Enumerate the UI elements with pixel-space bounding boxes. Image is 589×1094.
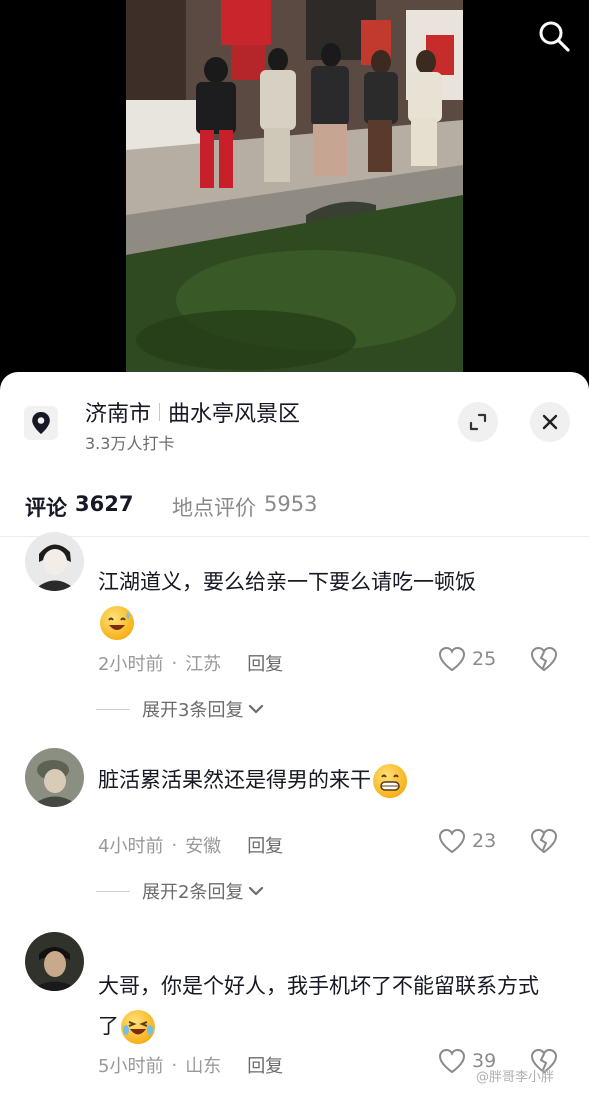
like-count: 25 — [472, 648, 497, 670]
comment-text: 大哥，你是个好人，我手机坏了不能留联系方式了 — [98, 966, 558, 1046]
heart-icon — [438, 828, 466, 854]
watermark: @胖哥李小胖 — [476, 1070, 555, 1085]
tab-comments[interactable]: 评论 3627 — [25, 492, 133, 522]
tab-bar: 评论 3627 地点评价 5953 — [0, 480, 589, 536]
search-button[interactable] — [534, 16, 574, 56]
like-button[interactable]: 23 — [438, 828, 496, 854]
dislike-button[interactable] — [530, 828, 558, 858]
comment-region: 江苏 — [185, 654, 222, 675]
comment-time: 5小时前 — [98, 1056, 164, 1077]
location-spot[interactable]: 曲水亭风景区 — [168, 396, 300, 428]
tab-place-reviews[interactable]: 地点评价 5953 — [172, 492, 317, 522]
close-icon — [542, 414, 558, 430]
dislike-button[interactable] — [530, 646, 558, 676]
like-button[interactable]: 25 — [438, 646, 496, 672]
close-button[interactable] — [530, 402, 570, 442]
tab-comments-count: 3627 — [75, 492, 134, 516]
video-scene — [126, 0, 463, 380]
expand-replies-label: 展开2条回复 — [142, 882, 244, 903]
location-city[interactable]: 济南市 — [85, 396, 151, 428]
tab-comments-label: 评论 — [25, 496, 67, 520]
comment-region: 山东 — [185, 1056, 222, 1077]
location-pin-icon — [24, 406, 58, 440]
heart-icon — [438, 1048, 466, 1074]
avatar[interactable] — [25, 532, 84, 591]
grinning-sweat-emoji — [100, 606, 134, 640]
comment-text: 脏活累活果然还是得男的来干 — [98, 760, 558, 800]
crying-laughing-emoji — [121, 1010, 155, 1044]
expand-line — [96, 890, 130, 892]
tab-reviews-label: 地点评价 — [172, 496, 256, 520]
expand-icon — [469, 413, 487, 431]
comment-region: 安徽 — [185, 836, 222, 857]
comment-meta: 5小时前 · 山东 回复 — [98, 1052, 283, 1078]
title-separator — [159, 403, 161, 421]
avatar[interactable] — [25, 748, 84, 807]
comment-text-content: 脏活累活果然还是得男的来干 — [98, 768, 371, 792]
heart-icon — [438, 646, 466, 672]
video-player[interactable] — [0, 0, 589, 380]
comment-meta: 4小时前 · 安徽 回复 — [98, 832, 283, 858]
comment-item: 脏活累活果然还是得男的来干 4小时前 · 安徽 回复 23 展开2条回复 — [0, 748, 589, 918]
screen: 济南市 曲水亭风景区 3.3万人打卡 评论 3627 地点评价 5953 江湖道… — [0, 0, 589, 1094]
expand-replies-button[interactable]: 展开3条回复 — [96, 696, 265, 722]
meta-dot: · — [171, 834, 178, 856]
search-icon — [539, 21, 570, 52]
video-frame — [126, 0, 463, 380]
broken-heart-icon — [530, 646, 558, 672]
comment-meta: 2小时前 · 江苏 回复 — [98, 650, 283, 676]
comment-time: 4小时前 — [98, 836, 164, 857]
broken-heart-icon — [530, 828, 558, 854]
location-comment-sheet: 济南市 曲水亭风景区 3.3万人打卡 评论 3627 地点评价 5953 江湖道… — [0, 372, 589, 1094]
expand-replies-label: 展开3条回复 — [142, 700, 244, 721]
comment-text-content: 江湖道义，要么给亲一下要么请吃一顿饭 — [98, 570, 476, 594]
comment-time: 2小时前 — [98, 654, 164, 675]
comment-item: 江湖道义，要么给亲一下要么请吃一顿饭 2小时前 · 江苏 回复 25 展开3条回… — [0, 532, 589, 732]
avatar[interactable] — [25, 932, 84, 991]
location-title[interactable]: 济南市 曲水亭风景区 — [85, 396, 300, 428]
expand-button[interactable] — [458, 402, 498, 442]
like-count: 23 — [472, 830, 497, 852]
reply-button[interactable]: 回复 — [247, 650, 283, 676]
chevron-down-icon — [249, 886, 264, 896]
comment-text: 江湖道义，要么给亲一下要么请吃一顿饭 — [98, 562, 558, 642]
grimacing-emoji — [373, 764, 407, 798]
chevron-down-icon — [249, 704, 264, 714]
meta-dot: · — [171, 652, 178, 674]
expand-line — [96, 708, 130, 710]
checkin-count: 3.3万人打卡 — [85, 434, 175, 453]
expand-replies-button[interactable]: 展开2条回复 — [96, 878, 265, 904]
reply-button[interactable]: 回复 — [247, 832, 283, 858]
reply-button[interactable]: 回复 — [247, 1052, 283, 1078]
comment-text-content: 大哥，你是个好人，我手机坏了不能留联系方式了 — [98, 974, 539, 1038]
meta-dot: · — [171, 1054, 178, 1076]
tab-reviews-count: 5953 — [264, 492, 318, 516]
